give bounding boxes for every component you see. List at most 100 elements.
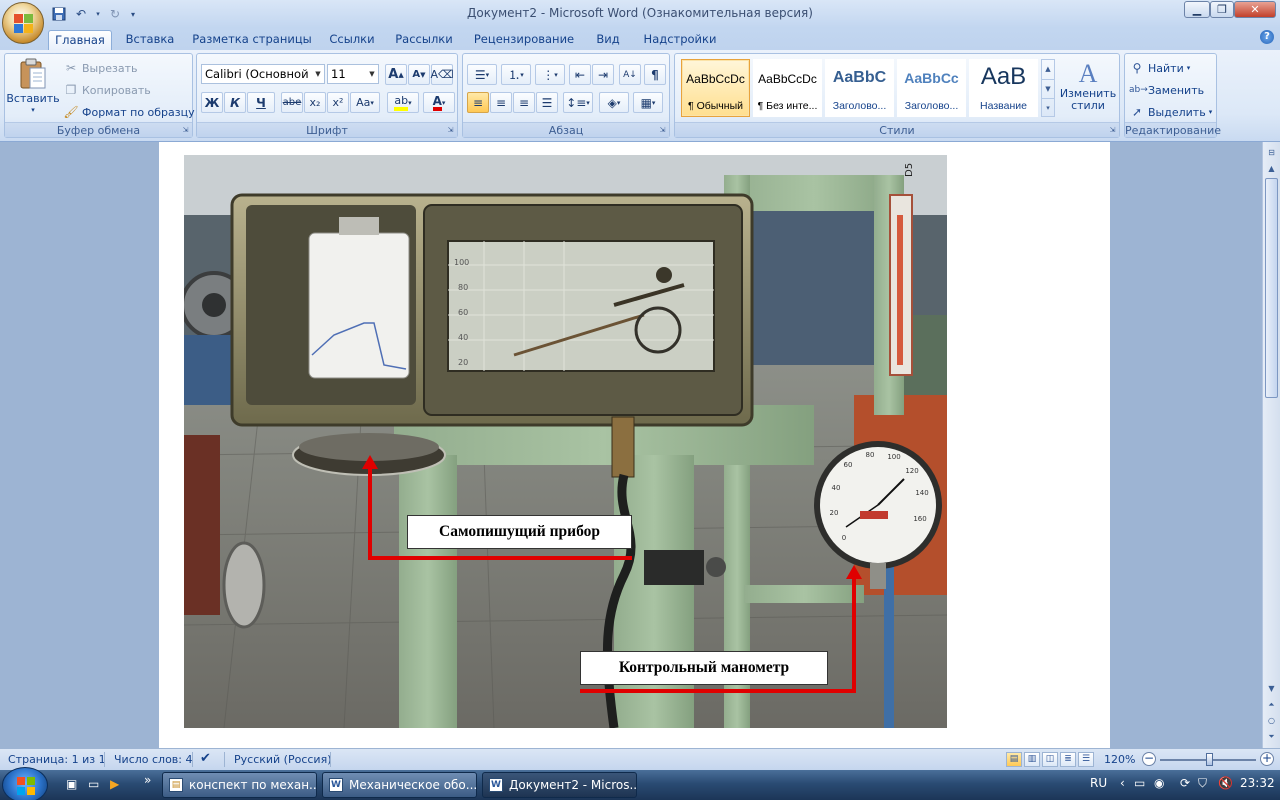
clipboard-launcher-icon[interactable]: ⇲ [181,126,190,135]
previous-page-icon[interactable]: ⏶ [1265,698,1278,712]
scroll-up-icon[interactable]: ▲ [1265,162,1278,176]
chevron-left-icon[interactable]: ‹ [1120,776,1125,790]
replace-button[interactable]: ab→ Заменить [1129,82,1204,98]
inserted-photo[interactable]: D5 100 80 60 40 20 0 20 40 60 80 100 120… [184,155,947,728]
font-color-button[interactable]: A ▾ [423,92,455,113]
tab-references[interactable]: Ссылки [322,30,382,50]
paragraph-launcher-icon[interactable]: ⇲ [658,126,667,135]
taskbar-item-konspekt[interactable]: ▤ конспект по механ... [162,772,317,798]
proofing-icon[interactable]: ✔ [200,751,211,766]
full-screen-reading-icon[interactable]: ▥ [1024,752,1040,767]
select-button[interactable]: ➚ Выделить ▾ [1129,104,1212,120]
tab-home[interactable]: Главная [48,30,112,50]
tab-addins[interactable]: Надстройки [638,30,722,50]
network-icon[interactable]: ▭ [1134,776,1145,790]
styles-gallery-scroll[interactable]: ▲ ▼ ▾ [1041,59,1055,117]
font-launcher-icon[interactable]: ⇲ [446,126,455,135]
shading-button[interactable]: ◈ ▾ [599,92,629,113]
italic-button[interactable]: К [224,92,246,113]
find-button[interactable]: ⚲ Найти ▾ [1129,60,1191,76]
format-painter-button[interactable]: 🖌 Формат по образцу [63,104,194,120]
scroll-down-icon[interactable]: ▼ [1265,682,1278,696]
align-center-button[interactable]: ≡ [490,92,512,113]
tray-sync-icon[interactable]: ⟳ [1180,776,1190,790]
change-case-button[interactable]: Aa ▾ [350,92,380,113]
tray-security-icon[interactable]: ⛉ [1198,776,1207,791]
align-left-button[interactable]: ≡ [467,92,489,113]
zoom-out-icon[interactable]: − [1142,752,1156,766]
tab-mailings[interactable]: Рассылки [390,30,458,50]
chevron-up-icon[interactable]: ▲ [1042,60,1054,79]
document-area[interactable]: D5 100 80 60 40 20 0 20 40 60 80 100 120… [0,142,1262,748]
highlight-button[interactable]: ab ▾ [387,92,419,113]
clear-formatting-button[interactable]: A⌫ [430,64,454,85]
justify-button[interactable]: ☰ [536,92,558,113]
style-no-spacing[interactable]: AaBbCcDc ¶ Без инте... [753,59,822,117]
sort-button[interactable]: A↓ [619,64,641,85]
tab-insert[interactable]: Вставка [120,30,180,50]
restore-button[interactable]: ❐ [1210,1,1234,18]
increase-indent-button[interactable]: ⇥ [592,64,614,85]
media-player-icon[interactable]: ▶ [110,777,119,791]
page-count[interactable]: Страница: 1 из 1 [8,753,106,766]
styles-launcher-icon[interactable]: ⇲ [1108,126,1117,135]
font-size-combo[interactable]: 11 ▼ [327,64,379,84]
quick-launch-expand-icon[interactable]: » [144,773,151,787]
tray-app-icon[interactable]: ◉ [1154,776,1164,790]
cut-button[interactable]: ✂ Вырезать [63,60,138,76]
word-count[interactable]: Число слов: 4 [114,753,193,766]
volume-icon[interactable]: 🔇 [1218,776,1233,790]
grow-font-button[interactable]: A ▲ [385,64,407,85]
multilevel-list-button[interactable]: ⋮ ▾ [535,64,565,85]
bold-button[interactable]: Ж [201,92,223,113]
decrease-indent-button[interactable]: ⇤ [569,64,591,85]
style-heading-2[interactable]: AaBbCc Заголово... [897,59,966,117]
browse-object-icon[interactable]: ○ [1265,714,1278,728]
minimize-button[interactable]: ▁ [1184,1,1210,18]
switch-windows-icon[interactable]: ▭ [88,777,99,791]
style-normal[interactable]: AaBbCcDc ¶ Обычный [681,59,750,117]
shrink-font-button[interactable]: A ▼ [408,64,430,85]
scroll-thumb[interactable] [1265,178,1278,398]
show-desktop-icon[interactable]: ▣ [66,777,77,791]
next-page-icon[interactable]: ⏷ [1265,730,1278,744]
line-spacing-button[interactable]: ↕≡ ▾ [563,92,593,113]
align-right-button[interactable]: ≡ [513,92,535,113]
style-title[interactable]: AaB Название [969,59,1038,117]
zoom-level[interactable]: 120% [1104,753,1135,766]
chevron-down-icon[interactable]: ▼ [1042,79,1054,98]
numbering-button[interactable]: ⒈ ▾ [501,64,531,85]
style-heading-1[interactable]: AaBbC Заголово... [825,59,894,117]
help-icon[interactable]: ? [1260,30,1274,44]
language-bar[interactable]: RU [1090,776,1107,790]
draft-view-icon[interactable]: ☰ [1078,752,1094,767]
change-styles-button[interactable]: A Изменить стили [1059,60,1117,112]
tab-review[interactable]: Рецензирование [468,30,580,50]
tab-view[interactable]: Вид [588,30,628,50]
strikethrough-button[interactable]: abe [281,92,303,113]
show-marks-button[interactable]: ¶ [644,64,666,85]
subscript-button[interactable]: x₂ [304,92,326,113]
zoom-in-icon[interactable]: + [1260,752,1274,766]
taskbar-item-mekhanicheskoe[interactable]: W Механическое обо... [322,772,477,798]
bullets-button[interactable]: ☰ ▾ [467,64,497,85]
borders-button[interactable]: ▦ ▾ [633,92,663,113]
print-layout-view-icon[interactable]: ▤ [1006,752,1022,767]
language-indicator[interactable]: Русский (Россия) [234,753,332,766]
vertical-scrollbar[interactable]: ⊟ ▲ ▼ ⏶ ○ ⏷ [1262,142,1280,748]
underline-button[interactable]: Ч [247,92,275,113]
web-layout-icon[interactable]: ◫ [1042,752,1058,767]
paste-button[interactable]: Вставить ▾ [6,58,60,120]
office-button[interactable] [2,2,44,44]
start-button[interactable] [2,767,48,800]
clock[interactable]: 23:32 [1240,776,1275,790]
font-name-combo[interactable]: Calibri (Основной текст) ▼ [201,64,325,84]
document-page[interactable]: D5 100 80 60 40 20 0 20 40 60 80 100 120… [159,142,1110,748]
copy-button[interactable]: ❐ Копировать [63,82,151,98]
ruler-toggle-icon[interactable]: ⊟ [1265,146,1278,160]
taskbar-item-dokument2[interactable]: W Документ2 - Micros... [482,772,637,798]
close-button[interactable]: ✕ [1234,1,1276,18]
tab-page-layout[interactable]: Разметка страницы [190,30,314,50]
gallery-more-icon[interactable]: ▾ [1042,98,1054,116]
zoom-slider-thumb[interactable] [1206,753,1213,766]
